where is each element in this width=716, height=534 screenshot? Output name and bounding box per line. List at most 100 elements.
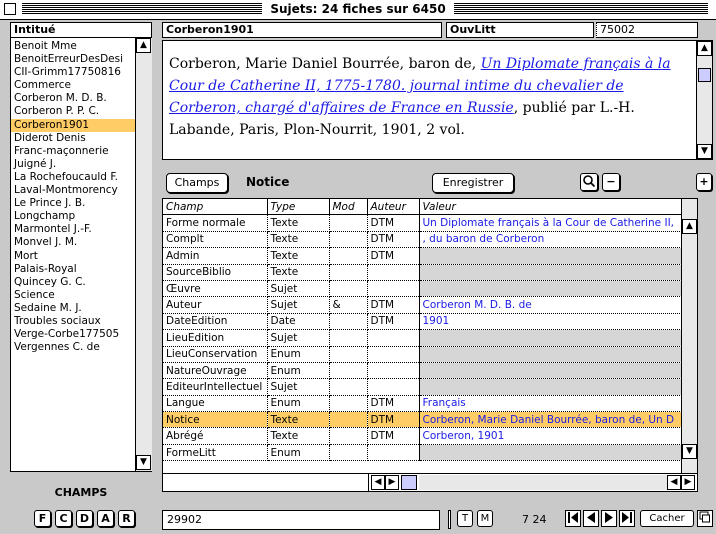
cell-auteur[interactable]: DTM [367, 231, 420, 249]
scroll-down-arrow-icon[interactable]: ▼ [697, 144, 712, 159]
col-header-valeur[interactable]: Valeur [419, 199, 682, 216]
scroll-left-arrow-icon[interactable]: ◀ [371, 475, 385, 490]
cell-mod[interactable] [329, 231, 368, 249]
cell-valeur[interactable]: Un Diplomate français à la Cour de Cathe… [419, 214, 682, 232]
scroll-up-arrow-icon[interactable]: ▲ [136, 38, 151, 53]
cell-mod[interactable] [329, 329, 368, 347]
plus-icon[interactable]: + [696, 173, 712, 191]
cell-champ[interactable]: NatureOuvrage [163, 362, 268, 380]
cell-champ[interactable]: Auteur [163, 296, 268, 314]
cell-valeur[interactable]: Français [419, 395, 682, 413]
cell-auteur[interactable] [367, 264, 420, 281]
subject-list[interactable]: Benoit Mme BenoitErreurDesDesi CII-Grimm17… [10, 38, 152, 472]
cell-valeur[interactable] [419, 378, 682, 396]
cell-auteur[interactable]: DTM [367, 247, 420, 265]
cell-champ[interactable]: Œuvre [163, 280, 268, 298]
list-item[interactable]: Commerce [11, 79, 136, 92]
list-item[interactable]: Laval-Montmorency [11, 184, 136, 197]
scroll-down-arrow-icon[interactable]: ▼ [682, 444, 697, 459]
cell-valeur[interactable]: Corberon, Marie Daniel Bourrée, baron de… [419, 411, 682, 429]
cell-champ[interactable]: LieuConservation [163, 346, 268, 363]
cell-auteur[interactable] [367, 378, 420, 396]
last-record-icon[interactable] [619, 510, 635, 527]
table-row[interactable]: DateEdition Date DTM 1901 [163, 313, 682, 331]
list-item[interactable]: Corberon M. D. B. [11, 92, 136, 105]
cell-mod[interactable] [329, 444, 368, 462]
table-row[interactable]: FormeLitt Enum [163, 444, 682, 462]
col-header-type[interactable]: Type [267, 199, 330, 216]
cell-valeur[interactable] [419, 444, 682, 462]
cell-type[interactable]: Sujet [267, 280, 330, 298]
record-id-field[interactable]: Corberon1901 [162, 22, 442, 38]
scroll-up-arrow-icon[interactable]: ▲ [682, 219, 697, 234]
table-row[interactable]: Œuvre Sujet [163, 280, 682, 298]
scroll-left-arrow-icon[interactable]: ◀ [667, 475, 681, 490]
col-header-mod[interactable]: Mod [329, 199, 368, 216]
window-icon[interactable] [697, 510, 713, 527]
list-item[interactable]: Longchamp [11, 210, 136, 223]
t-button[interactable]: T [457, 510, 473, 527]
list-item[interactable]: Sedaine M. J. [11, 302, 136, 315]
cell-auteur[interactable] [367, 280, 420, 298]
cell-valeur[interactable] [419, 346, 682, 363]
list-item[interactable]: Marmontel J.-F. [11, 223, 136, 236]
cell-type[interactable]: Sujet [267, 329, 330, 347]
cell-auteur[interactable]: DTM [367, 395, 420, 413]
cell-champ[interactable]: FormeLitt [163, 444, 268, 462]
table-row[interactable]: LieuConservation Enum [163, 346, 682, 363]
table-row[interactable]: Complt Texte DTM, du baron de Corberon [163, 231, 682, 249]
table-row[interactable]: Langue Enum DTM Français [163, 395, 682, 413]
table-row[interactable]: SourceBiblio Texte [163, 264, 682, 281]
scroll-thumb[interactable] [698, 68, 711, 82]
cell-champ[interactable]: Abrégé [163, 427, 268, 445]
cell-type[interactable]: Texte [267, 411, 330, 429]
cell-champ[interactable]: LieuEdition [163, 329, 268, 347]
cell-mod[interactable] [329, 247, 368, 265]
list-item[interactable]: CII-Grimm17750816 [11, 66, 136, 79]
list-item[interactable]: Benoit Mme [11, 40, 136, 53]
first-record-icon[interactable] [565, 510, 581, 527]
next-record-icon[interactable] [601, 510, 617, 527]
cell-champ[interactable]: Langue [163, 395, 268, 413]
cell-auteur[interactable]: DTM [367, 296, 420, 314]
cell-valeur[interactable]: Corberon, 1901 [419, 427, 682, 445]
cell-mod[interactable] [329, 346, 368, 363]
divider-handle[interactable] [448, 510, 451, 529]
cell-auteur[interactable] [367, 329, 420, 347]
list-item[interactable]: La Rochefoucauld F. [11, 171, 136, 184]
c-button[interactable]: C [55, 510, 72, 527]
cell-mod[interactable] [329, 264, 368, 281]
champs-button[interactable]: Champs [166, 173, 228, 193]
col-header-champ[interactable]: Champ [163, 199, 268, 216]
cell-auteur[interactable]: DTM [367, 214, 420, 232]
list-item[interactable]: Science [11, 289, 136, 302]
fields-grid[interactable]: Champ Type Mod Auteur Valeur Forme norma… [162, 198, 698, 492]
list-item[interactable]: Mort [11, 250, 136, 263]
code-field[interactable]: 75002 [596, 22, 698, 38]
f-button[interactable]: F [34, 510, 51, 527]
table-row[interactable]: Abrégé Texte DTM Corberon, 1901 [163, 427, 682, 445]
cell-champ[interactable]: DateEdition [163, 313, 268, 331]
cell-type[interactable]: Date [267, 313, 330, 331]
cell-valeur[interactable] [419, 280, 682, 298]
cell-valeur[interactable] [419, 264, 682, 281]
list-item[interactable]: Palais-Royal [11, 263, 136, 276]
cell-type[interactable]: Sujet [267, 378, 330, 396]
list-scrollbar[interactable]: ▲ ▼ [135, 38, 152, 471]
grid-vscroll[interactable]: ▲ ▼ [681, 199, 697, 475]
r-button[interactable]: R [118, 510, 135, 527]
col-header-auteur[interactable]: Auteur [367, 199, 420, 216]
cell-mod[interactable] [329, 362, 368, 380]
hscroll-thumb[interactable] [401, 475, 417, 490]
cacher-button[interactable]: Cacher [640, 510, 694, 527]
cell-champ[interactable]: Forme normale [163, 214, 268, 232]
cell-mod[interactable] [329, 378, 368, 396]
cell-mod[interactable]: & [329, 296, 368, 314]
scroll-down-arrow-icon[interactable]: ▼ [136, 455, 151, 470]
list-item[interactable]: Vergennes C. de [11, 341, 136, 354]
cell-mod[interactable] [329, 395, 368, 413]
table-row[interactable]: LieuEdition Sujet [163, 329, 682, 347]
minus-icon[interactable]: − [602, 173, 620, 191]
table-row[interactable]: EditeurIntellectuel Sujet [163, 378, 682, 396]
cell-champ[interactable]: Notice [163, 411, 268, 429]
